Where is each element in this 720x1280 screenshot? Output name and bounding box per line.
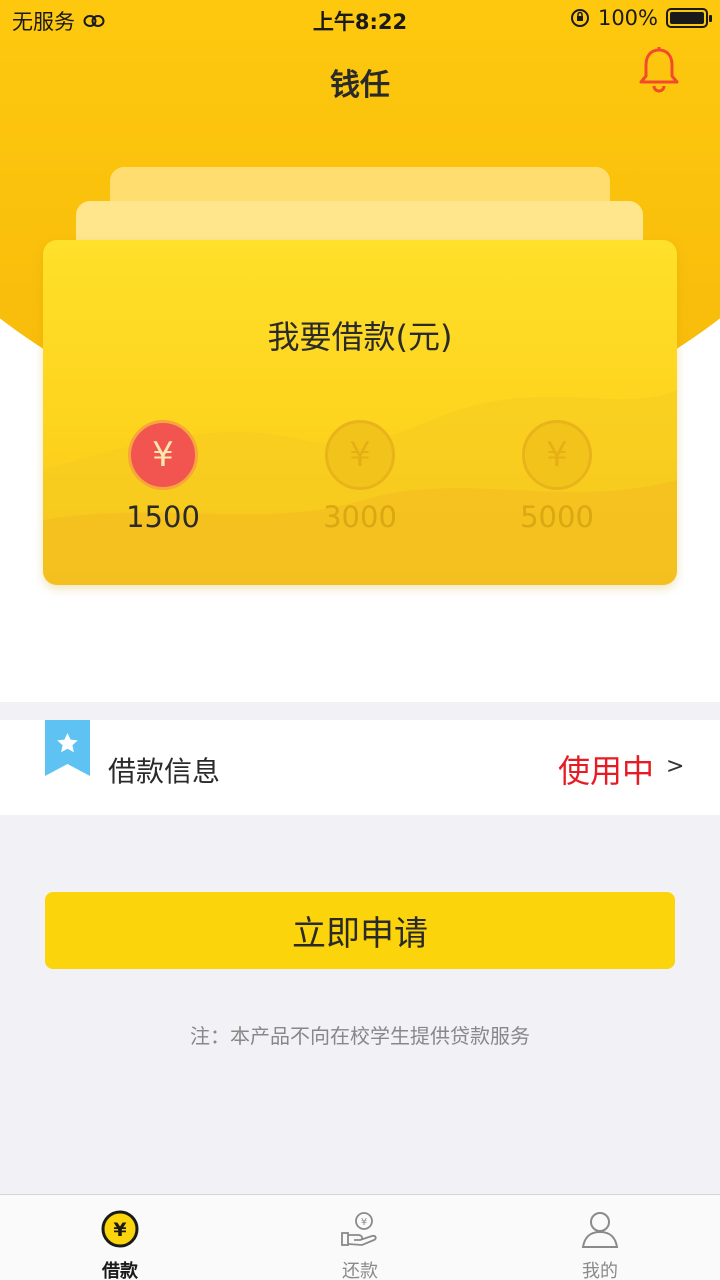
amount-label: 1500 — [126, 500, 200, 534]
user-icon — [581, 1212, 619, 1248]
star-ribbon-icon — [45, 720, 90, 776]
status-right: 100% — [570, 6, 712, 30]
orientation-lock-icon — [570, 9, 589, 27]
svg-text:¥: ¥ — [361, 1217, 367, 1228]
tab-repay[interactable]: ¥ 还款 — [240, 1195, 480, 1280]
tab-label: 我的 — [582, 1261, 618, 1280]
loan-card-title: 我要借款(元) — [267, 318, 453, 356]
bell-icon[interactable] — [638, 46, 680, 94]
tab-label: 还款 — [342, 1261, 378, 1280]
hand-money-icon: ¥ — [341, 1212, 377, 1246]
yuan-coin-icon: ¥ — [101, 1210, 139, 1248]
top-section: 无服务 上午8:22 100% 钱任 我要借款(元) ¥ 1500 ¥ 3000… — [0, 0, 720, 702]
tab-bar: ¥ 借款 ¥ 还款 我的 — [0, 1194, 720, 1280]
disclaimer-note: 注：本产品不向在校学生提供贷款服务 — [190, 1024, 530, 1048]
page-title: 钱任 — [330, 68, 390, 103]
status-bar: 无服务 上午8:22 100% — [0, 0, 720, 40]
loan-status-text: 使用中 — [558, 752, 655, 790]
tab-borrow[interactable]: ¥ 借款 — [0, 1195, 240, 1280]
amount-label: 3000 — [323, 500, 397, 534]
amount-label: 5000 — [520, 500, 594, 534]
tab-label: 借款 — [102, 1261, 138, 1280]
loan-info-row[interactable]: 借款信息 使用中 > — [0, 720, 720, 815]
tab-mine[interactable]: 我的 — [480, 1195, 720, 1280]
loan-info-label: 借款信息 — [108, 755, 221, 788]
apply-now-button[interactable]: 立即申请 — [45, 892, 675, 969]
amount-option-5000[interactable]: ¥ 5000 — [477, 420, 637, 534]
chevron-right-icon: > — [666, 754, 685, 779]
yuan-coin-icon: ¥ — [128, 420, 198, 490]
svg-text:¥: ¥ — [113, 1219, 126, 1241]
loan-card: 我要借款(元) ¥ 1500 ¥ 3000 ¥ 5000 — [43, 240, 677, 585]
amount-option-1500[interactable]: ¥ 1500 — [83, 420, 243, 534]
battery-icon — [666, 8, 712, 28]
yuan-coin-icon: ¥ — [325, 420, 395, 490]
yuan-coin-icon: ¥ — [522, 420, 592, 490]
amount-option-3000[interactable]: ¥ 3000 — [280, 420, 440, 534]
battery-percent: 100% — [597, 6, 658, 30]
